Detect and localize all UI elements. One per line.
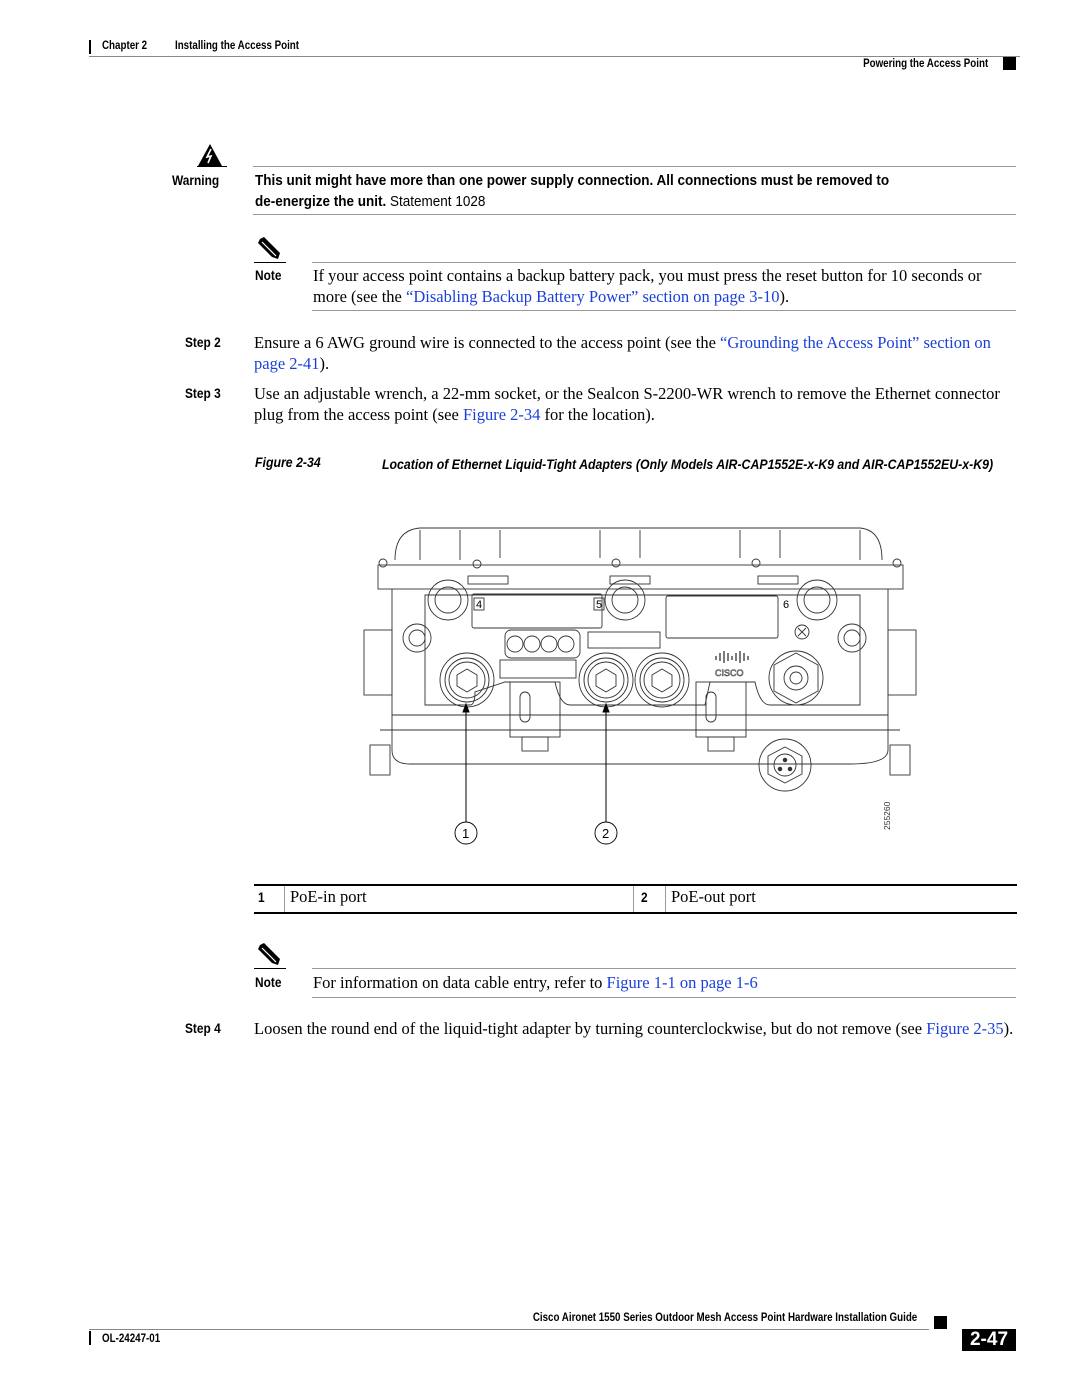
legend-separator bbox=[284, 886, 285, 912]
note-icon-rule bbox=[254, 262, 286, 263]
warning-bold-1: This unit might have more than one power… bbox=[255, 172, 890, 189]
note-bottom-rule bbox=[312, 997, 1016, 998]
access-point-illustration: 4 5 6 CISCO 1 2 bbox=[363, 527, 917, 845]
step-3-label: Step 3 bbox=[185, 385, 221, 401]
note-top-rule bbox=[312, 262, 1016, 263]
legend-top-rule bbox=[254, 884, 1017, 886]
page-number: 2-47 bbox=[962, 1329, 1016, 1351]
figure-number: Figure 2-34 bbox=[255, 454, 321, 470]
step-4-label: Step 4 bbox=[185, 1020, 221, 1036]
antenna-connector bbox=[768, 650, 824, 706]
step-3-end: for the location). bbox=[540, 405, 655, 424]
note-label: Note bbox=[255, 974, 282, 990]
step-4-body: Loosen the round end of the liquid-tight… bbox=[254, 1019, 927, 1038]
legend-text-1: PoE-in port bbox=[290, 887, 367, 906]
document-number: OL-24247-01 bbox=[102, 1333, 161, 1345]
ethernet-port-2 bbox=[578, 652, 634, 708]
port-label-5: 5 bbox=[596, 599, 602, 611]
chapter-label: Chapter 2 bbox=[102, 40, 148, 52]
callout-1-label: 1 bbox=[462, 826, 469, 841]
legend-num-1: 1 bbox=[258, 889, 265, 905]
port-label-6: 6 bbox=[783, 599, 789, 611]
power-connector bbox=[758, 738, 812, 792]
warning-label: Warning bbox=[172, 172, 220, 188]
warning-top-rule bbox=[253, 166, 1016, 167]
callout-leaders bbox=[462, 702, 610, 822]
step-2-text: Ensure a 6 AWG ground wire is connected … bbox=[254, 332, 1019, 374]
link-figure-1-1[interactable]: Figure 1-1 on page 1-6 bbox=[607, 973, 758, 992]
note-top-rule bbox=[312, 968, 1016, 969]
cisco-logo-text: CISCO bbox=[715, 668, 744, 678]
header-block bbox=[1003, 57, 1016, 70]
step-4-text: Loosen the round end of the liquid-tight… bbox=[254, 1018, 1019, 1039]
header-bar bbox=[89, 40, 91, 54]
legend-separator bbox=[633, 886, 634, 912]
warning-statement: Statement 1028 bbox=[390, 193, 486, 210]
legend-separator bbox=[665, 886, 666, 912]
note-bottom-rule bbox=[312, 310, 1016, 311]
footer-bar bbox=[89, 1331, 91, 1345]
callout-2: 2 bbox=[594, 821, 618, 845]
footer-block bbox=[934, 1316, 947, 1329]
guide-title: Cisco Aironet 1550 Series Outdoor Mesh A… bbox=[532, 1312, 917, 1324]
legend-num-2: 2 bbox=[641, 889, 648, 905]
warning-triangle-icon bbox=[198, 144, 222, 166]
note-text: If your access point contains a backup b… bbox=[313, 265, 1018, 307]
ethernet-port-3 bbox=[634, 652, 690, 708]
step-2-body: Ensure a 6 AWG ground wire is connected … bbox=[254, 333, 721, 352]
warning-icon-rule bbox=[197, 166, 227, 167]
top-bolts bbox=[427, 579, 838, 621]
note-text-body: For information on data cable entry, ref… bbox=[313, 973, 607, 992]
figure-id: 255260 bbox=[882, 801, 892, 830]
pencil-note-icon bbox=[258, 943, 280, 965]
step-4-end: ). bbox=[1003, 1019, 1014, 1038]
link-figure-2-34[interactable]: Figure 2-34 bbox=[463, 405, 540, 424]
callout-2-label: 2 bbox=[602, 826, 609, 841]
cisco-logo: CISCO bbox=[715, 651, 749, 678]
warning-bold-2: de-energize the unit. bbox=[255, 193, 387, 210]
footer-rule bbox=[89, 1329, 929, 1330]
step-3-text: Use an adjustable wrench, a 22-mm socket… bbox=[254, 383, 1019, 425]
section-title: Powering the Access Point bbox=[862, 58, 988, 70]
note-text-end: ). bbox=[779, 287, 790, 306]
link-figure-2-35[interactable]: Figure 2-35 bbox=[926, 1019, 1003, 1038]
legend-bottom-rule bbox=[254, 912, 1017, 914]
port-label-4: 4 bbox=[476, 599, 482, 611]
step-2-end: ). bbox=[319, 354, 330, 373]
step-2-label: Step 2 bbox=[185, 334, 221, 350]
callout-1: 1 bbox=[454, 821, 478, 845]
ethernet-port-1 bbox=[439, 652, 495, 708]
pencil-note-icon bbox=[258, 237, 280, 259]
port-number-labels: 4 5 6 bbox=[473, 597, 789, 611]
legend-text-2: PoE-out port bbox=[671, 887, 756, 906]
note-icon-rule bbox=[254, 968, 286, 969]
lid-outline bbox=[394, 527, 883, 561]
warning-bottom-rule bbox=[253, 214, 1016, 215]
note-text: For information on data cable entry, ref… bbox=[313, 972, 1018, 993]
figure-title: Location of Ethernet Liquid-Tight Adapte… bbox=[382, 456, 994, 472]
warning-text: This unit might have more than one power… bbox=[255, 170, 1016, 212]
header-rule bbox=[89, 56, 1020, 57]
link-disabling-backup-battery[interactable]: “Disabling Backup Battery Power” section… bbox=[406, 287, 779, 306]
chapter-title: Installing the Access Point bbox=[175, 40, 300, 52]
note-label: Note bbox=[255, 267, 282, 283]
